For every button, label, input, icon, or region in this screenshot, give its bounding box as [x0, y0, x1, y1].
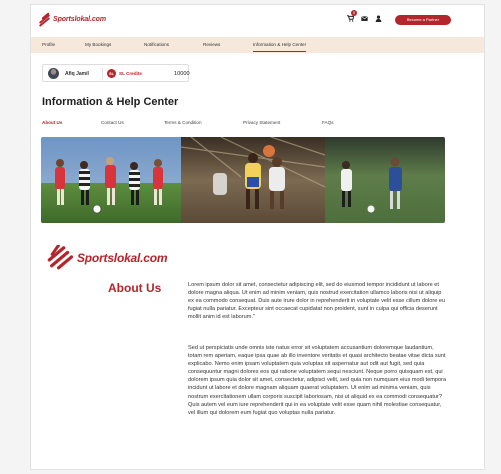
tab-terms-condition[interactable]: Terms & Condition: [164, 120, 202, 125]
sl-credits-value: 10000: [174, 70, 190, 77]
about-paragraph-1: Lorem ipsum dolor sit amet, consectetur …: [188, 282, 446, 321]
about-paragraph-2: Sed ut perspiciatis unde omnis iste natu…: [188, 345, 447, 416]
nav-item-info-help-center[interactable]: Information & Help Center: [253, 42, 307, 52]
info-tabs: About Us Contact Us Terms & Condition Pr…: [42, 120, 462, 130]
profile-nav: Profile My Bookings Notifications Review…: [31, 37, 484, 53]
top-header: Sportslokal.com 0 Become a Partner: [31, 5, 484, 35]
about-us-heading: About Us: [108, 281, 162, 295]
nav-item-my-bookings[interactable]: My Bookings: [85, 42, 111, 47]
page: Sportslokal.com 0 Become a Partner Profi…: [30, 4, 485, 470]
user-summary-card: Afiq Jamil SL SL Credits 10000: [42, 64, 190, 82]
mail-icon[interactable]: [361, 15, 368, 22]
sports-banner-image: [41, 137, 445, 223]
header-icons: 0: [347, 10, 382, 22]
brand-mark-large-icon: [47, 245, 73, 270]
about-brand-logo: Sportslokal.com: [47, 245, 168, 271]
nav-item-profile[interactable]: Profile: [42, 42, 55, 47]
sl-credits-label: SL Credits: [119, 71, 142, 76]
become-partner-button[interactable]: Become a Partner: [395, 15, 451, 25]
nav-item-reviews[interactable]: Reviews: [203, 42, 220, 47]
divider: [102, 68, 103, 79]
tab-privacy-statement[interactable]: Privacy Statement: [243, 120, 280, 125]
cart-icon[interactable]: 0: [347, 10, 357, 22]
tab-faqs[interactable]: FAQs: [322, 120, 334, 125]
tab-contact-us[interactable]: Contact Us: [101, 120, 124, 125]
brand-logo[interactable]: Sportslokal.com: [38, 12, 106, 27]
user-name: Afiq Jamil: [65, 71, 89, 77]
sl-credits-icon: SL: [107, 69, 116, 78]
brand-mark-icon: [38, 12, 51, 27]
brand-name: Sportslokal.com: [53, 16, 106, 23]
page-title: Information & Help Center: [42, 96, 179, 108]
avatar[interactable]: [48, 68, 59, 79]
about-brand-name: Sportslokal.com: [77, 251, 168, 265]
user-icon[interactable]: [375, 15, 382, 22]
tab-about-us[interactable]: About Us: [42, 120, 62, 125]
cart-badge: 0: [351, 10, 357, 16]
nav-item-notifications[interactable]: Notifications: [144, 42, 169, 47]
